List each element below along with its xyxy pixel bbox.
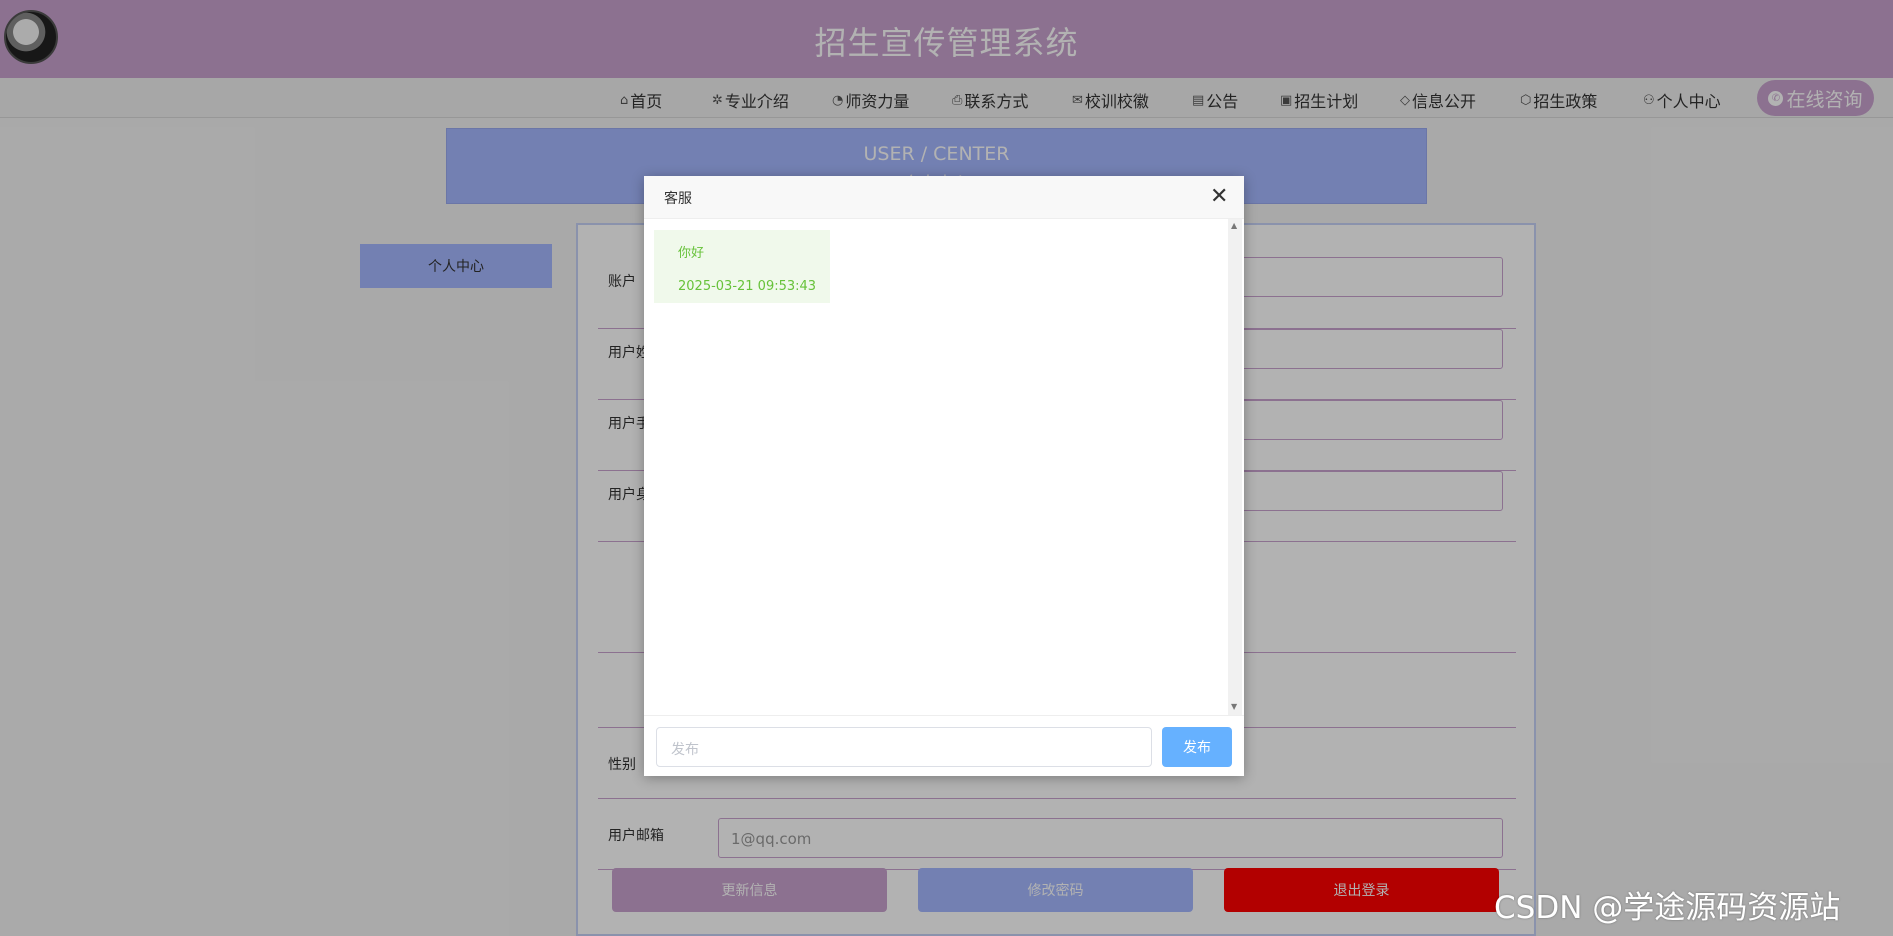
chat-input-bar: 发布 发布: [644, 715, 1244, 776]
message-timestamp: 2025-03-21 09:53:43: [678, 279, 817, 294]
close-icon[interactable]: ✕: [1210, 184, 1228, 210]
watermark-text: CSDN @学途源码资源站: [1494, 890, 1841, 926]
message-text: 你好: [678, 246, 705, 261]
chat-message-list: 你好 2025-03-21 09:53:43 ▲ ▼: [644, 219, 1244, 715]
scroll-up-icon[interactable]: ▲: [1231, 221, 1237, 230]
chat-message: 你好 2025-03-21 09:53:43: [654, 230, 830, 303]
send-button[interactable]: 发布: [1162, 727, 1232, 767]
chat-scrollbar[interactable]: ▲ ▼: [1228, 219, 1242, 715]
chat-message-input[interactable]: 发布: [656, 727, 1152, 767]
dialog-title: 客服: [664, 191, 692, 207]
dialog-header: 客服 ✕: [644, 176, 1244, 219]
scroll-down-icon[interactable]: ▼: [1231, 702, 1237, 711]
customer-service-dialog: 客服 ✕ 你好 2025-03-21 09:53:43 ▲ ▼ 发布 发布: [644, 176, 1244, 776]
